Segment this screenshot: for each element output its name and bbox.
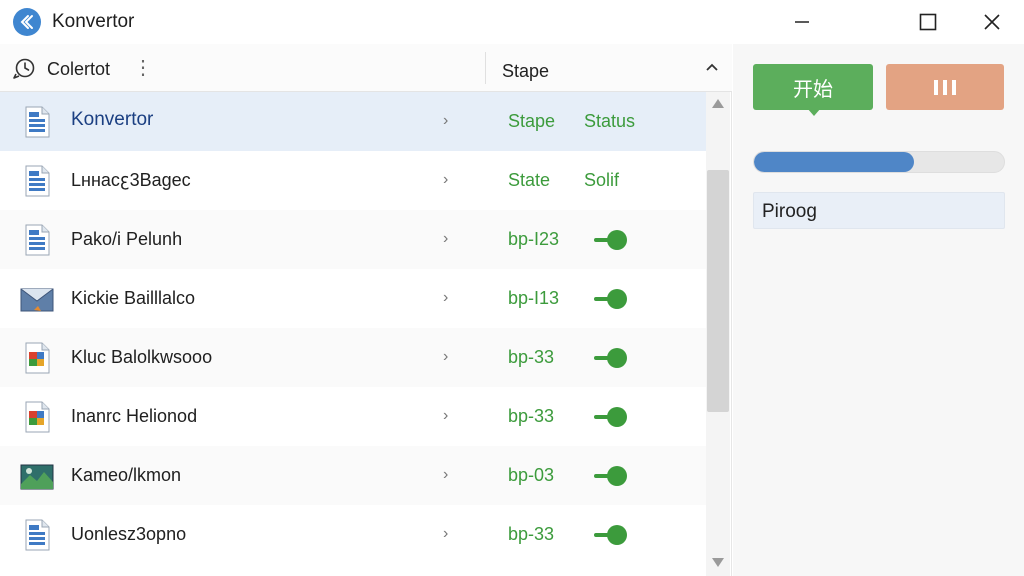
row-stage: bp-03 — [508, 465, 555, 485]
status-toggle[interactable] — [594, 466, 628, 486]
scroll-up-icon[interactable] — [712, 98, 724, 108]
pause-button[interactable] — [886, 64, 1004, 110]
chevron-up-icon[interactable] — [702, 58, 722, 78]
row-name: Pako/i Pelunh — [71, 229, 183, 249]
row-stage: Stape — [508, 111, 556, 131]
toggle-knob — [607, 407, 627, 427]
toggle-knob — [607, 348, 627, 368]
list-row[interactable]: Kluc Balolkwsooo › bp-33 — [0, 328, 706, 387]
row-name: Kluc Balolkwsooo — [71, 347, 213, 367]
row-stage: bp-33 — [508, 347, 555, 367]
document-icon — [20, 519, 54, 551]
minimize-button[interactable] — [770, 0, 834, 44]
status-toggle[interactable] — [594, 348, 628, 368]
status-toggle[interactable] — [594, 525, 628, 545]
list-row[interactable]: Uonlesz3opno › bp-33 — [0, 505, 706, 564]
column-divider — [485, 52, 486, 84]
status-toggle[interactable] — [594, 230, 628, 250]
row-name: Lннacꜫ3Bagec — [71, 170, 191, 190]
row-stage: bp-33 — [508, 524, 555, 544]
list-row[interactable]: Inanrc Helionod › bp-33 — [0, 387, 706, 446]
close-button[interactable] — [960, 0, 1024, 44]
toggle-knob — [607, 466, 627, 486]
maximize-button[interactable] — [896, 0, 960, 44]
landscape-image-icon — [20, 460, 54, 492]
start-button-pointer — [807, 108, 821, 116]
image-icon — [20, 283, 54, 315]
chevron-right-icon[interactable]: › — [443, 525, 448, 543]
row-stage: bp-I23 — [508, 229, 560, 249]
document-icon — [20, 224, 54, 256]
status-toggle[interactable] — [594, 407, 628, 427]
row-status: Solif — [584, 170, 620, 190]
row-name: Kickie Bailllalco — [71, 288, 196, 308]
row-stage: bp-33 — [508, 406, 555, 426]
toggle-knob — [607, 230, 627, 250]
chevron-right-icon[interactable]: › — [443, 466, 448, 484]
progress-fill — [754, 152, 914, 172]
status-field[interactable]: Piroog — [753, 192, 1005, 229]
close-icon — [984, 14, 1000, 30]
progress-bar — [753, 151, 1005, 173]
row-stage: bp-I13 — [508, 288, 560, 308]
history-icon[interactable] — [12, 58, 36, 80]
list-row[interactable]: Pako/i Pelunh › bp-I23 — [0, 210, 706, 269]
more-vertical-icon[interactable]: ⋮ — [133, 56, 153, 82]
scroll-down-icon[interactable] — [712, 558, 724, 568]
chevron-right-icon[interactable]: › — [443, 171, 448, 189]
list-row[interactable]: Kameo/lkmon › bp-03 — [0, 446, 706, 505]
row-name: Konvertor — [71, 109, 154, 130]
maximize-icon — [919, 13, 937, 31]
start-button[interactable]: 开始 — [753, 64, 873, 110]
colored-document-icon — [20, 401, 54, 433]
pause-icon — [934, 79, 956, 95]
list-row[interactable]: Kickie Bailllalco › bp-I13 — [0, 269, 706, 328]
file-list-pane: Colertot ⋮ Stape Konvertor › Stape Status Lн… — [0, 44, 732, 576]
minimize-icon — [795, 21, 809, 23]
title-bar: Konvertor — [0, 0, 1024, 44]
chevron-right-icon[interactable]: › — [443, 289, 448, 307]
document-icon — [20, 106, 54, 138]
status-toggle[interactable] — [594, 289, 628, 309]
row-name: Uonlesz3opno — [71, 524, 187, 544]
chevron-right-icon[interactable]: › — [443, 348, 448, 366]
document-icon — [20, 165, 54, 197]
chevron-right-icon[interactable]: › — [443, 112, 448, 130]
row-status: Status — [584, 111, 636, 131]
file-list: Konvertor › Stape Status Lннacꜫ3Bagec › State S… — [0, 92, 706, 576]
colored-document-icon — [20, 342, 54, 374]
row-name: Inanrc Helionod — [71, 406, 198, 426]
app-logo-icon — [13, 8, 41, 36]
row-name: Kameo/lkmon — [71, 465, 182, 485]
toggle-knob — [607, 525, 627, 545]
window-title: Konvertor — [52, 11, 135, 32]
chevron-right-icon[interactable]: › — [443, 230, 448, 248]
row-stage: State — [508, 170, 551, 190]
list-row[interactable]: Lннacꜫ3Bagec › State Solif — [0, 151, 706, 210]
toolbar-label[interactable]: Colertot — [47, 59, 110, 80]
control-pane: 开始 Piroog — [733, 44, 1024, 576]
chevron-right-icon[interactable]: › — [443, 407, 448, 425]
list-row[interactable]: Konvertor › Stape Status — [0, 92, 706, 151]
status-field-value: Piroog — [762, 201, 817, 222]
list-toolbar: Colertot ⋮ Stape — [0, 44, 732, 92]
stage-column-header[interactable]: Stape — [502, 61, 549, 82]
toggle-knob — [607, 289, 627, 309]
vertical-scrollbar[interactable] — [706, 92, 730, 576]
scrollbar-thumb[interactable] — [707, 170, 729, 412]
